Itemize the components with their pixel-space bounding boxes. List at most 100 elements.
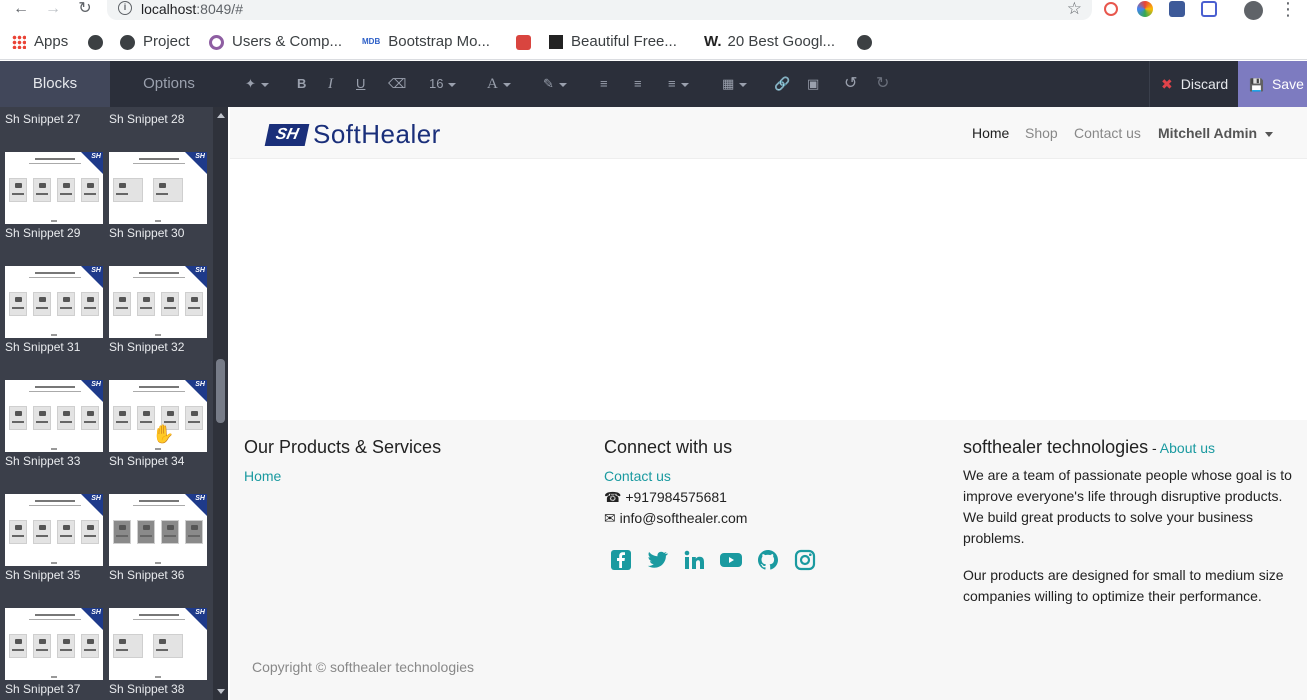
forward-icon[interactable]: → [43, 0, 63, 20]
thumb-line [35, 158, 75, 160]
instagram-icon[interactable] [793, 548, 817, 572]
snippet-label[interactable]: Sh Snippet 34 [109, 454, 184, 468]
info-icon[interactable]: i [118, 1, 132, 15]
footer-contact-link[interactable]: Contact us [604, 468, 671, 484]
snippet-thumbnail[interactable]: SH [5, 494, 103, 566]
bookmark-apps[interactable]: Apps [12, 32, 68, 52]
snippet-label[interactable]: Sh Snippet 30 [109, 226, 184, 240]
about-us-link[interactable]: About us [1160, 440, 1215, 456]
table-dropdown[interactable]: ▦ [722, 74, 748, 94]
scroll-thumb[interactable] [216, 359, 225, 423]
snippet-label[interactable]: Sh Snippet 28 [109, 112, 184, 126]
camera-icon [143, 297, 150, 302]
snippet-label[interactable]: Sh Snippet 31 [5, 340, 80, 354]
snippet-label[interactable]: Sh Snippet 32 [109, 340, 184, 354]
font-size-dropdown[interactable]: 16 [429, 74, 457, 94]
nav-shop[interactable]: Shop [1025, 125, 1058, 141]
user-dropdown[interactable]: Mitchell Admin [1158, 125, 1274, 141]
snippet-label[interactable]: Sh Snippet 29 [5, 226, 80, 240]
bookmark-star-icon[interactable]: ☆ [1067, 0, 1082, 19]
background-color-dropdown[interactable]: ✎ [543, 74, 567, 94]
footer-home-link[interactable]: Home [244, 468, 281, 484]
snippet-thumbnail[interactable]: SH [109, 266, 207, 338]
redo-button[interactable]: ↻ [876, 74, 889, 94]
bookmark-project[interactable]: Project [120, 32, 190, 52]
snippet-thumbnail[interactable]: SH [5, 608, 103, 680]
menu-kebab-icon[interactable]: ⋮ [1278, 0, 1298, 20]
eraser-button[interactable]: ⌫ [388, 74, 406, 94]
italic-button[interactable]: I [328, 74, 333, 94]
text-color-dropdown[interactable]: A [487, 74, 511, 94]
bookmark-20best[interactable]: W. 20 Best Googl... [704, 32, 835, 52]
thumb-bar [164, 307, 176, 309]
envelope-icon: ✉ [604, 510, 616, 526]
bookmark-beautiful[interactable]: Beautiful Free... [549, 32, 677, 52]
snippet-label[interactable]: Sh Snippet 36 [109, 568, 184, 582]
reload-icon[interactable]: ↻ [75, 0, 95, 20]
camera-icon [87, 183, 94, 188]
grid-extension-icon[interactable] [1201, 1, 1217, 17]
extension-icon-2[interactable] [1169, 1, 1185, 17]
thumb-dots [155, 676, 161, 678]
chrome-extension-icon[interactable] [1137, 1, 1153, 17]
nav-contact[interactable]: Contact us [1074, 125, 1141, 141]
snippet-thumbnail[interactable]: SH [109, 494, 207, 566]
style-dropdown[interactable]: ✦ [245, 74, 269, 94]
camera-icon [15, 183, 22, 188]
sidebar-scrollbar[interactable] [213, 107, 228, 700]
ordered-list-button[interactable]: ≡ [634, 74, 642, 94]
bookmark-users[interactable]: Users & Comp... [209, 32, 342, 52]
tab-blocks[interactable]: Blocks [0, 61, 110, 107]
discard-button[interactable]: ✖ Discard [1149, 61, 1238, 107]
facebook-icon[interactable] [609, 548, 633, 572]
camera-icon [191, 297, 198, 302]
snippet-thumbnail[interactable]: SH [5, 266, 103, 338]
underline-button[interactable]: U [356, 74, 365, 94]
save-button[interactable]: 💾 Save [1238, 61, 1307, 107]
thumb-bar [60, 649, 72, 651]
align-dropdown[interactable]: ≡ [668, 74, 689, 94]
softhealer-logo[interactable]: SH SoftHealer [264, 119, 441, 149]
undo-icon: ↺ [844, 75, 858, 92]
undo-button[interactable]: ↺ [844, 74, 857, 94]
thumb-block [57, 292, 75, 316]
unordered-list-button[interactable]: ≡ [600, 74, 608, 94]
link-button[interactable]: 🔗 [774, 74, 790, 94]
snippet-thumbnail[interactable]: SH [5, 380, 103, 452]
snippet-label[interactable]: Sh Snippet 38 [109, 682, 184, 696]
bold-icon: B [297, 76, 307, 91]
snippet-label[interactable]: Sh Snippet 35 [5, 568, 80, 582]
snippet-thumbnail[interactable]: SH [109, 608, 207, 680]
linkedin-icon[interactable] [682, 548, 706, 572]
twitter-icon[interactable] [645, 548, 669, 572]
bold-button[interactable]: B [297, 74, 306, 94]
copyright-text: Copyright © softhealer technologies [252, 659, 474, 675]
extension-icon[interactable] [1104, 2, 1118, 16]
address-bar[interactable]: i localhost:8049/# ☆ [107, 0, 1092, 20]
tab-options[interactable]: Options [110, 61, 228, 107]
image-button[interactable]: ▣ [807, 74, 819, 94]
snippet-label[interactable]: Sh Snippet 27 [5, 112, 80, 126]
scroll-up-arrow[interactable] [217, 113, 225, 118]
bookmark-globe-1[interactable] [88, 32, 111, 52]
back-icon[interactable]: ← [11, 0, 31, 20]
camera-icon [167, 525, 174, 530]
bookmark-bootstrap[interactable]: MDB Bootstrap Mo... [362, 32, 490, 52]
camera-icon [159, 183, 166, 188]
github-icon[interactable] [756, 548, 780, 572]
camera-icon [15, 525, 22, 530]
thumb-line [29, 163, 81, 164]
camera-icon [15, 297, 22, 302]
phone-line: ☎ +917984575681 [604, 489, 727, 505]
snippet-thumbnail[interactable]: SH [5, 152, 103, 224]
thumb-line [29, 391, 81, 392]
snippet-label[interactable]: Sh Snippet 33 [5, 454, 80, 468]
scroll-down-arrow[interactable] [217, 689, 225, 694]
bookmark-globe-2[interactable] [857, 32, 880, 52]
nav-home[interactable]: Home [972, 125, 1009, 141]
snippet-thumbnail[interactable]: SH [109, 152, 207, 224]
profile-avatar-icon[interactable] [1244, 1, 1263, 20]
snippet-label[interactable]: Sh Snippet 37 [5, 682, 80, 696]
youtube-icon[interactable] [719, 548, 743, 572]
bookmark-b[interactable] [516, 32, 539, 52]
